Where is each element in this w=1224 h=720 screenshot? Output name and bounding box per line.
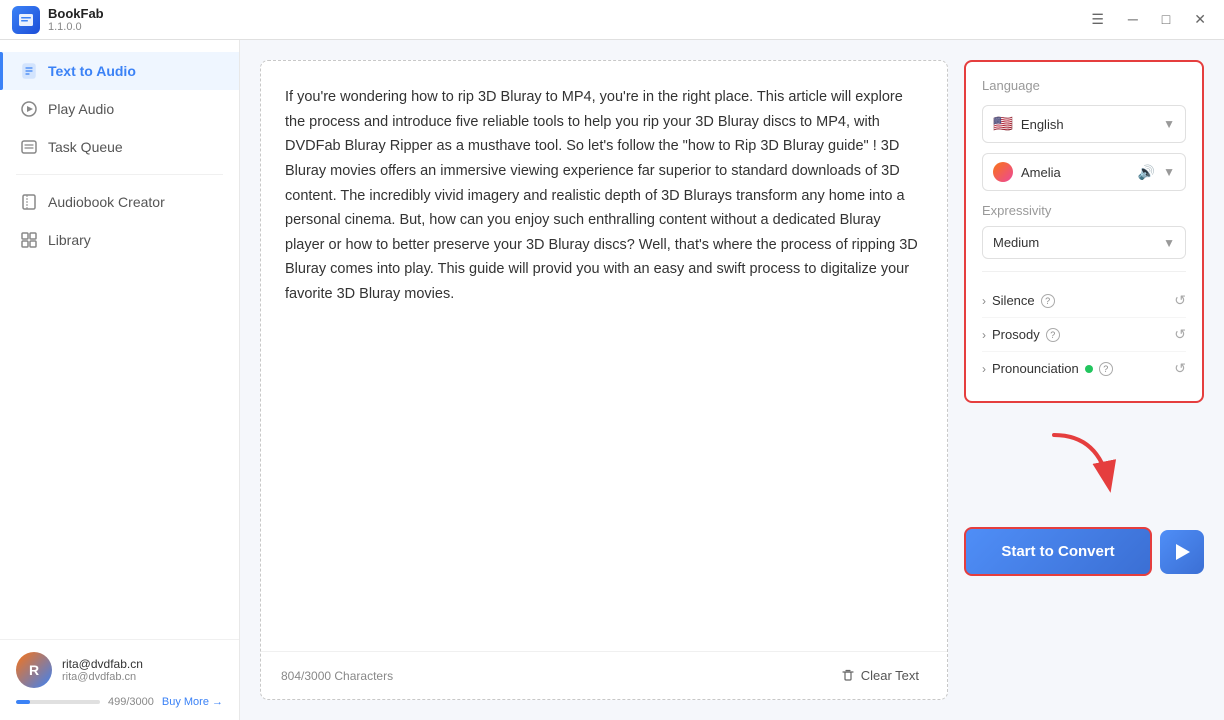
- section-divider-1: [982, 271, 1186, 272]
- convert-area: Start to Convert: [964, 527, 1204, 576]
- list-icon: [20, 138, 38, 156]
- voice-avatar: [993, 162, 1013, 182]
- silence-expand-icon: ›: [982, 294, 986, 308]
- silence-left: › Silence ?: [982, 293, 1055, 308]
- settings-box: Language 🇺🇸 English ▼ Amelia 🔊 ▼: [964, 60, 1204, 403]
- sidebar-item-label-play-audio: Play Audio: [48, 101, 114, 117]
- sidebar-item-label-audiobook-creator: Audiobook Creator: [48, 194, 165, 210]
- arrow-area: [964, 415, 1204, 515]
- speaker-icon[interactable]: 🔊: [1138, 164, 1155, 181]
- prosody-refresh-icon[interactable]: ↺: [1174, 326, 1186, 343]
- content-area: If you're wondering how to rip 3D Bluray…: [240, 40, 1224, 720]
- editor-footer: 804/3000 Characters Clear Text: [261, 651, 947, 699]
- pronounciation-row[interactable]: › Pronounciation ? ↺: [982, 352, 1186, 385]
- voice-select[interactable]: Amelia 🔊 ▼: [982, 153, 1186, 191]
- sidebar-item-play-audio[interactable]: Play Audio: [0, 90, 239, 128]
- editor-panel: If you're wondering how to rip 3D Bluray…: [260, 60, 948, 700]
- user-email: rita@dvdfab.cn: [62, 657, 223, 671]
- usage-text: 499/3000: [108, 696, 154, 708]
- sidebar-item-task-queue[interactable]: Task Queue: [0, 128, 239, 166]
- voice-chevron-icon: ▼: [1163, 165, 1175, 179]
- app-name: BookFab: [48, 6, 104, 21]
- expressivity-label: Expressivity: [982, 203, 1186, 218]
- start-to-convert-button[interactable]: Start to Convert: [964, 527, 1152, 576]
- expressivity-select[interactable]: Medium ▼: [982, 226, 1186, 259]
- language-label: Language: [982, 78, 1186, 93]
- titlebar-controls: ☰ ─ □ ✕: [1085, 9, 1212, 30]
- app-version: 1.1.0.0: [48, 21, 104, 33]
- book-icon: [20, 193, 38, 211]
- sidebar-nav: Text to Audio Play Audio Task Queue: [0, 40, 239, 639]
- expressivity-select-row: Medium ▼: [982, 226, 1186, 259]
- editor-content[interactable]: If you're wondering how to rip 3D Bluray…: [261, 61, 947, 651]
- right-panel: Language 🇺🇸 English ▼ Amelia 🔊 ▼: [964, 60, 1204, 700]
- prosody-row[interactable]: › Prosody ? ↺: [982, 318, 1186, 352]
- pronounciation-right: ↺: [1174, 360, 1186, 377]
- silence-label: Silence: [992, 293, 1035, 308]
- prosody-label: Prosody: [992, 327, 1040, 342]
- silence-row[interactable]: › Silence ? ↺: [982, 284, 1186, 318]
- play-button[interactable]: [1160, 530, 1204, 574]
- app-name-group: BookFab 1.1.0.0: [48, 6, 104, 33]
- titlebar-left: BookFab 1.1.0.0: [12, 6, 104, 34]
- voice-value: Amelia: [1021, 165, 1061, 180]
- sidebar-item-text-to-audio[interactable]: Text to Audio: [0, 52, 239, 90]
- sidebar-footer: R rita@dvdfab.cn rita@dvdfab.cn 499/3000…: [0, 639, 239, 720]
- char-count: 804/3000 Characters: [281, 669, 393, 683]
- silence-refresh-icon[interactable]: ↺: [1174, 292, 1186, 309]
- trash-icon: [841, 669, 855, 683]
- user-details: rita@dvdfab.cn rita@dvdfab.cn: [62, 657, 223, 683]
- sidebar: Text to Audio Play Audio Task Queue: [0, 40, 240, 720]
- grid-icon: [20, 231, 38, 249]
- sidebar-item-label-text-to-audio: Text to Audio: [48, 63, 136, 79]
- circle-play-icon: [20, 100, 38, 118]
- sidebar-item-label-task-queue: Task Queue: [48, 139, 123, 155]
- menu-icon[interactable]: ☰: [1085, 9, 1110, 30]
- user-info: R rita@dvdfab.cn rita@dvdfab.cn: [16, 652, 223, 688]
- clear-text-label: Clear Text: [861, 668, 919, 683]
- pronounciation-label: Pronounciation: [992, 361, 1079, 376]
- pronounciation-badge-dot: [1085, 365, 1093, 373]
- sidebar-item-library[interactable]: Library: [0, 221, 239, 259]
- language-select[interactable]: 🇺🇸 English ▼: [982, 105, 1186, 143]
- buy-more-link[interactable]: Buy More →: [162, 696, 223, 708]
- maximize-button[interactable]: □: [1156, 9, 1176, 30]
- prosody-right: ↺: [1174, 326, 1186, 343]
- editor-text[interactable]: If you're wondering how to rip 3D Bluray…: [285, 85, 923, 307]
- pronounciation-help-icon[interactable]: ?: [1099, 362, 1113, 376]
- expressivity-chevron-icon: ▼: [1163, 236, 1175, 250]
- silence-right: ↺: [1174, 292, 1186, 309]
- user-avatar: R: [16, 652, 52, 688]
- red-arrow-icon: [1039, 425, 1129, 505]
- silence-help-icon[interactable]: ?: [1041, 294, 1055, 308]
- play-triangle-icon: [1176, 544, 1190, 560]
- app-icon: [12, 6, 40, 34]
- prosody-left: › Prosody ?: [982, 327, 1060, 342]
- doc-icon: [20, 62, 38, 80]
- minimize-button[interactable]: ─: [1122, 9, 1144, 30]
- usage-track: [16, 700, 100, 704]
- titlebar: BookFab 1.1.0.0 ☰ ─ □ ✕: [0, 0, 1224, 40]
- close-button[interactable]: ✕: [1188, 9, 1212, 30]
- language-value: English: [1021, 117, 1064, 132]
- language-flag: 🇺🇸: [993, 114, 1013, 134]
- expressivity-value: Medium: [993, 235, 1039, 250]
- nav-separator: [16, 174, 223, 175]
- prosody-help-icon[interactable]: ?: [1046, 328, 1060, 342]
- pronounciation-expand-icon: ›: [982, 362, 986, 376]
- clear-text-button[interactable]: Clear Text: [833, 664, 927, 687]
- voice-select-row: Amelia 🔊 ▼: [982, 153, 1186, 191]
- sidebar-item-label-library: Library: [48, 232, 91, 248]
- prosody-expand-icon: ›: [982, 328, 986, 342]
- language-select-row: 🇺🇸 English ▼: [982, 105, 1186, 143]
- usage-fill: [16, 700, 30, 704]
- pronounciation-left: › Pronounciation ?: [982, 361, 1113, 376]
- user-email2: rita@dvdfab.cn: [62, 671, 223, 683]
- pronounciation-refresh-icon[interactable]: ↺: [1174, 360, 1186, 377]
- sidebar-item-audiobook-creator[interactable]: Audiobook Creator: [0, 183, 239, 221]
- usage-bar: 499/3000 Buy More →: [16, 696, 223, 708]
- language-chevron-icon: ▼: [1163, 117, 1175, 131]
- main-layout: Text to Audio Play Audio Task Queue: [0, 40, 1224, 720]
